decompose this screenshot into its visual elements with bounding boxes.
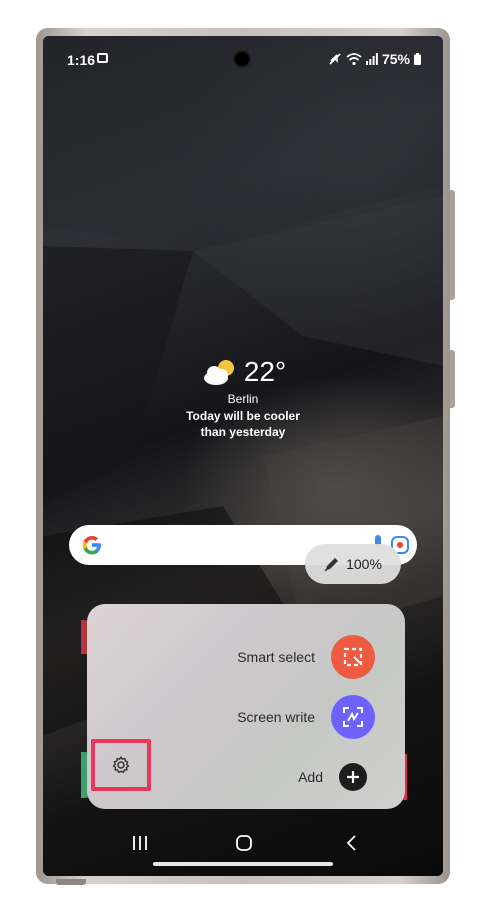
front-camera <box>235 52 249 66</box>
forecast-line-2: than yesterday <box>200 425 286 439</box>
forecast-line-1: Today will be cooler <box>186 409 300 423</box>
volume-button <box>450 190 455 300</box>
gallery-icon <box>97 53 108 63</box>
recents-icon[interactable] <box>131 834 149 852</box>
air-command-smart-select[interactable]: Smart select <box>237 634 405 680</box>
plus-icon[interactable] <box>339 763 367 791</box>
phone-screen: 1:16 75% 22° Berlin Today will be cooler… <box>43 36 443 876</box>
status-bar: 1:16 75% <box>43 36 443 82</box>
navigation-bar <box>43 826 443 866</box>
screen-write-label: Screen write <box>237 709 315 725</box>
partly-cloudy-icon <box>203 360 234 385</box>
weather-widget[interactable]: 22° Berlin Today will be cooler than yes… <box>43 356 443 440</box>
mute-icon <box>329 53 341 65</box>
weather-city: Berlin <box>227 392 259 406</box>
air-command-settings-button[interactable] <box>91 739 151 791</box>
google-logo <box>82 536 101 555</box>
screen-write-icon[interactable] <box>331 695 375 739</box>
weather-temperature: 22° <box>243 356 287 387</box>
battery-icon <box>414 53 421 65</box>
gear-icon <box>112 756 130 774</box>
bottom-notch <box>56 879 86 885</box>
pen-icon <box>324 558 339 572</box>
weather-forecast: Today will be cooler than yesterday <box>43 408 443 440</box>
home-icon[interactable] <box>235 834 253 852</box>
smart-select-label: Smart select <box>237 649 315 665</box>
air-command-screen-write[interactable]: Screen write <box>237 694 405 740</box>
status-time: 1:16 <box>67 52 96 68</box>
battery-percent: 75% <box>381 51 410 67</box>
pen-zoom-value: 100% <box>346 556 382 572</box>
wifi-icon <box>346 52 362 65</box>
power-button <box>450 350 455 408</box>
add-label: Add <box>298 769 323 785</box>
pen-zoom-indicator[interactable]: 100% <box>305 544 401 584</box>
smart-select-icon[interactable] <box>331 635 375 679</box>
status-icons: 75% <box>328 51 421 67</box>
signal-icon <box>365 53 378 65</box>
home-indicator <box>153 862 333 866</box>
back-icon[interactable] <box>343 834 361 852</box>
air-command-add[interactable]: Add <box>298 754 405 800</box>
